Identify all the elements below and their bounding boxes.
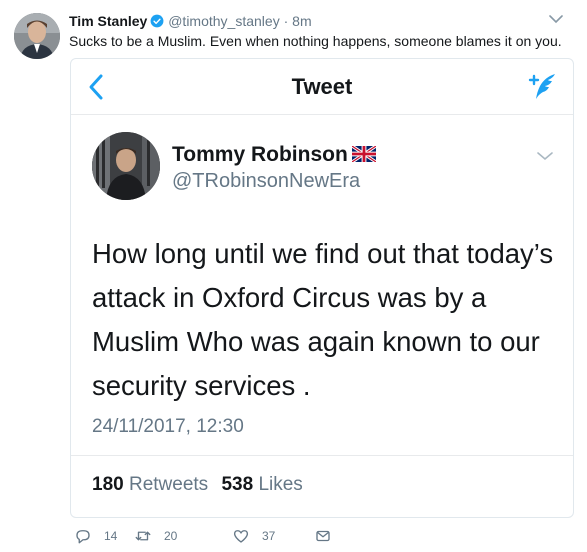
outer-author-handle[interactable]: @timothy_stanley <box>168 13 279 29</box>
verified-badge-icon <box>150 14 164 28</box>
inner-author-name-row[interactable]: Tommy Robinson <box>172 143 376 167</box>
inner-tweet-line: How long until we find out that today’s <box>92 238 554 269</box>
reply-icon <box>76 530 90 544</box>
chevron-down-icon[interactable] <box>549 14 563 24</box>
retweet-icon <box>135 531 151 541</box>
outer-tweet-time[interactable]: 8m <box>292 13 311 29</box>
retweet-button[interactable]: 20 <box>134 527 177 545</box>
time-separator: · <box>283 13 289 29</box>
inner-author-handle[interactable]: @TRobinsonNewEra <box>172 170 360 193</box>
like-button[interactable]: 37 <box>232 527 275 545</box>
likes-label[interactable]: Likes <box>258 474 302 495</box>
inner-author-name[interactable]: Tommy Robinson <box>172 143 348 166</box>
like-count: 37 <box>262 529 276 543</box>
outer-avatar[interactable] <box>14 13 60 59</box>
tweet-stats: 180 Retweets 538 Likes <box>71 455 573 496</box>
embedded-tweet-image[interactable]: Tweet Tommy Robinson @TRobinsonNewEra Ho… <box>70 58 574 518</box>
tweet-nav-bar: Tweet <box>71 59 573 115</box>
reply-count: 14 <box>104 529 118 543</box>
inner-tweet-line: attack in Oxford Circus was by a <box>92 282 487 313</box>
chevron-down-icon[interactable] <box>537 151 553 161</box>
inner-tweet-text: How long until we find out that today’s … <box>92 232 562 408</box>
inner-avatar[interactable] <box>92 132 160 200</box>
reply-button[interactable]: 14 <box>74 527 117 545</box>
heart-icon <box>233 530 249 543</box>
inner-tweet-line: security services . <box>92 370 311 401</box>
likes-count[interactable]: 538 <box>221 474 253 495</box>
retweets-count[interactable]: 180 <box>92 474 124 495</box>
inner-tweet-line: Muslim Who was again known to our <box>92 326 540 357</box>
uk-flag-icon <box>351 146 376 162</box>
outer-tweet-text: Sucks to be a Muslim. Even when nothing … <box>69 33 562 49</box>
nav-title: Tweet <box>291 74 353 99</box>
retweet-count: 20 <box>164 529 178 543</box>
direct-message-button[interactable] <box>314 527 344 545</box>
outer-author-name[interactable]: Tim Stanley <box>69 13 147 29</box>
envelope-icon <box>316 530 330 542</box>
outer-tweet-header: Tim Stanley @timothy_stanley · 8m <box>69 12 312 30</box>
compose-tweet-icon[interactable] <box>525 69 559 103</box>
inner-tweet-timestamp: 24/11/2017, 12:30 <box>92 416 244 437</box>
retweets-label[interactable]: Retweets <box>129 474 208 495</box>
